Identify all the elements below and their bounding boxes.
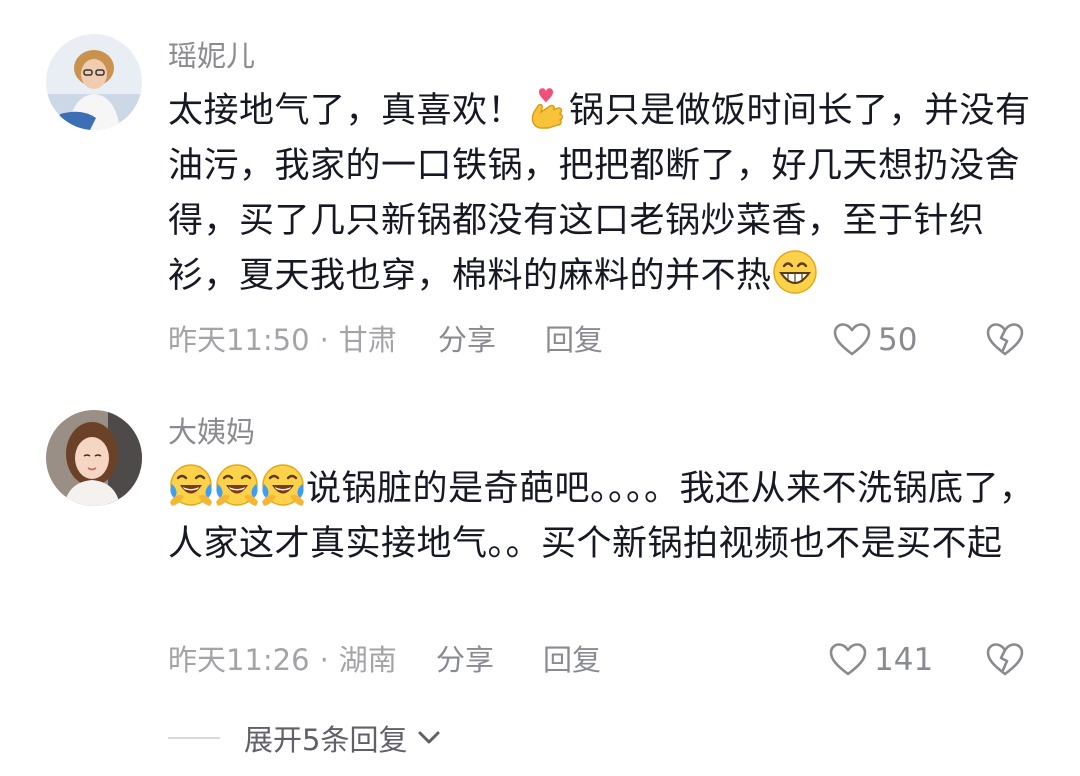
reply-button[interactable]: 回复 xyxy=(545,320,603,360)
expand-replies-button[interactable]: 展开5条回复 xyxy=(168,716,443,760)
expand-replies-label: 展开5条回复 xyxy=(244,723,408,757)
comment-text: 太接地气了，真喜欢！ 锅只是做饭时间长了，并没有油污，我家的一口铁锅，把把都断了… xyxy=(168,84,1038,304)
like-count: 141 xyxy=(874,642,934,678)
share-button[interactable]: 分享 xyxy=(436,640,494,680)
laughing-tears-icon xyxy=(216,464,258,506)
divider-line xyxy=(168,737,220,739)
location: 湖南 xyxy=(338,643,397,677)
share-button[interactable]: 分享 xyxy=(438,320,496,360)
meta-separator: · xyxy=(319,323,329,357)
timestamp: 昨天11:26 xyxy=(168,643,310,677)
comment-text: 说锅脏的是奇葩吧。。。。我还从来不洗锅底了，人家这才真实接地气。。买个新锅拍视频… xyxy=(168,462,1038,572)
like-button[interactable]: 50 xyxy=(832,318,917,362)
comment-meta: 昨天11:26 · 湖南 分享 回复 xyxy=(168,640,601,680)
chevron-down-icon xyxy=(418,731,440,744)
grinning-face-icon xyxy=(772,250,817,294)
heart-icon xyxy=(833,323,871,356)
laughing-tears-icon xyxy=(262,464,304,506)
timestamp: 昨天11:50 xyxy=(168,323,310,357)
meta-separator: · xyxy=(319,643,329,677)
heart-icon xyxy=(829,643,867,676)
broken-heart-icon[interactable] xyxy=(985,320,1025,360)
username[interactable]: 瑶妮儿 xyxy=(168,38,255,74)
finger-heart-icon xyxy=(531,88,563,129)
username[interactable]: 大姨妈 xyxy=(168,414,255,450)
location: 甘肃 xyxy=(338,323,397,357)
avatar[interactable] xyxy=(46,410,142,506)
avatar[interactable] xyxy=(46,34,142,130)
reply-button[interactable]: 回复 xyxy=(543,640,601,680)
comment-meta: 昨天11:50 · 甘肃 分享 回复 xyxy=(168,320,603,360)
like-count: 50 xyxy=(878,322,918,358)
like-button[interactable]: 141 xyxy=(828,638,933,682)
broken-heart-icon[interactable] xyxy=(985,640,1025,680)
laughing-tears-icon xyxy=(170,464,212,506)
